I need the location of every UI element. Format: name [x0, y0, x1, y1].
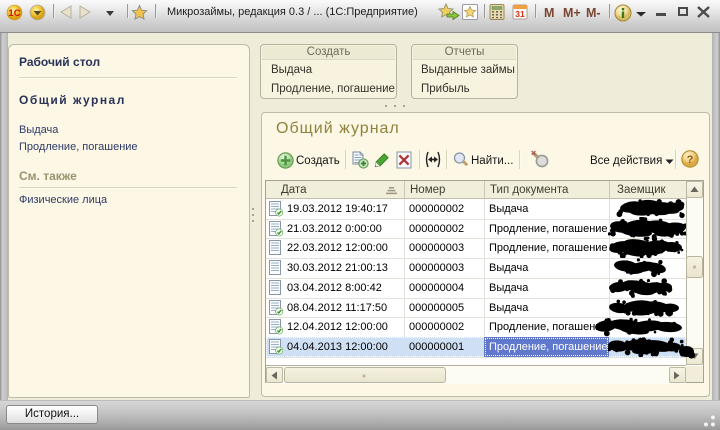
svg-text:?: ? — [687, 154, 694, 166]
svg-text:31: 31 — [515, 9, 525, 19]
svg-text:1C: 1C — [8, 8, 20, 19]
